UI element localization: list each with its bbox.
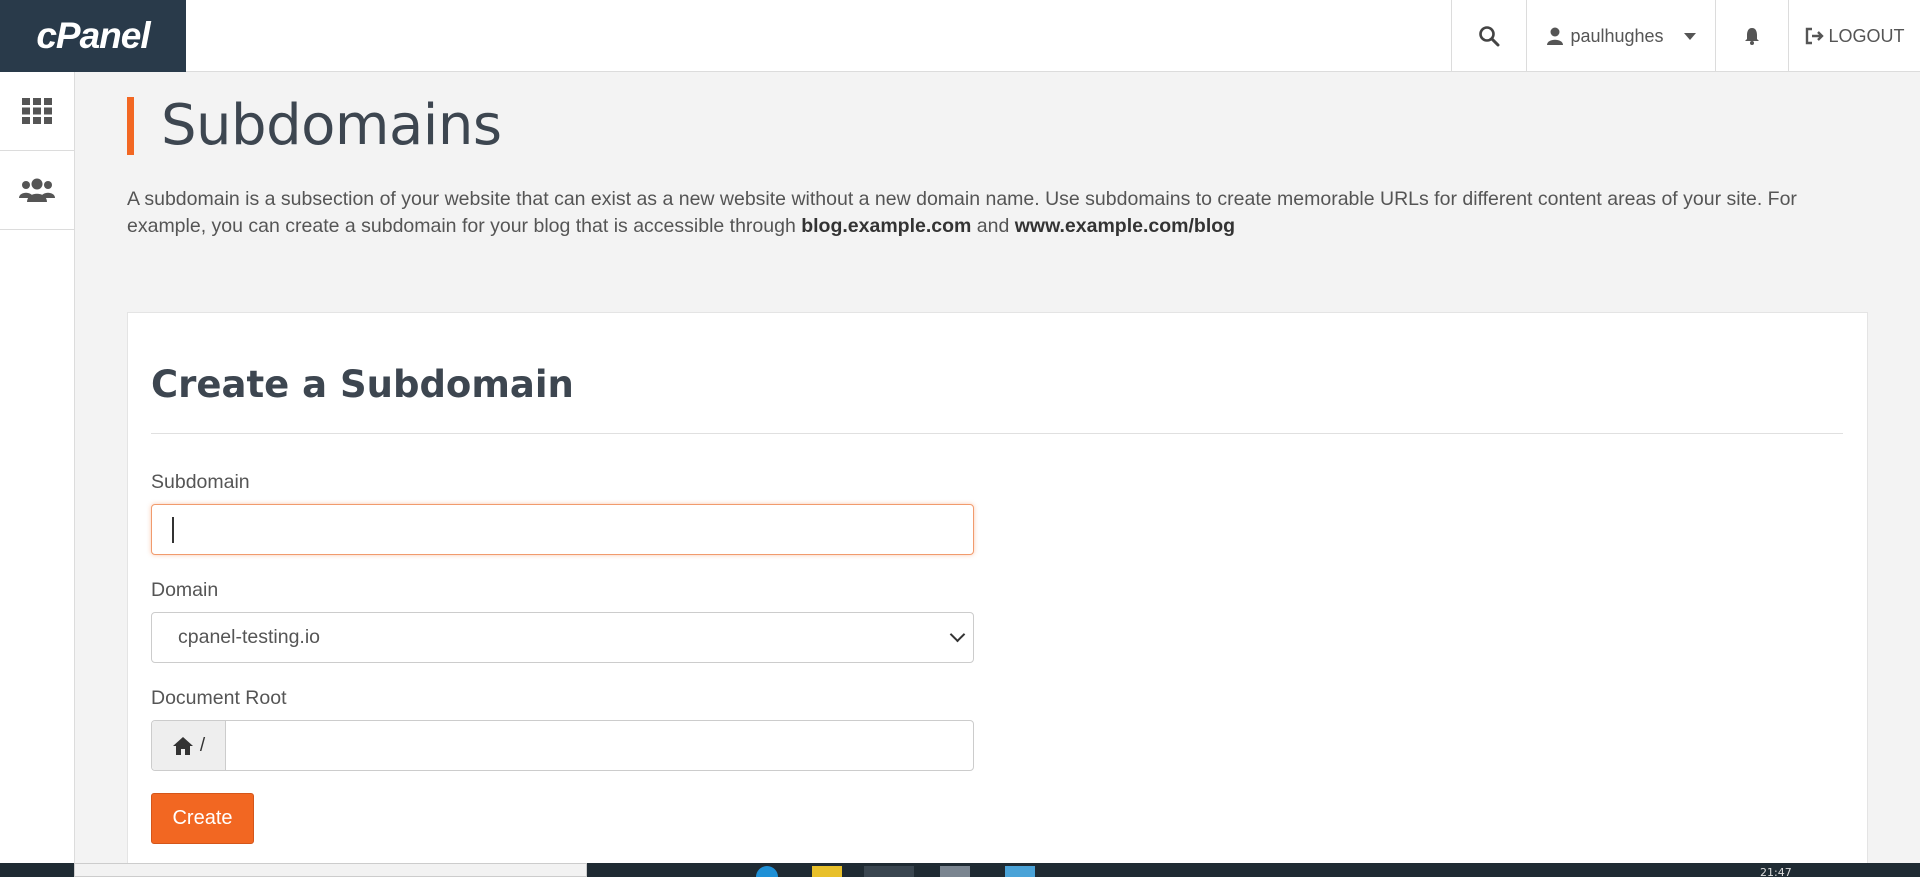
sidebar [0,72,75,877]
logout-icon [1806,27,1825,45]
logo-text: cPanel [36,15,150,56]
logout-button[interactable]: LOGOUT [1788,0,1920,72]
document-root-slash: / [199,734,206,756]
bell-icon [1745,28,1759,45]
create-subdomain-card: Create a Subdomain Subdomain Domain cpan… [127,312,1868,877]
sidebar-item-home[interactable] [0,72,74,151]
logout-label: LOGOUT [1828,25,1905,46]
notifications-button[interactable] [1715,0,1788,72]
username-label: paulhughes [1570,25,1664,46]
top-right-nav: paulhughes LOGOUT [1451,0,1920,72]
cpanel-logo[interactable]: cPanel [0,0,186,72]
taskbar-clock: 21:47 [1760,866,1792,877]
example-path-text: www.example.com/blog [1014,215,1236,237]
home-icon [172,736,193,755]
divider [151,433,1843,434]
title-accent-bar [127,97,134,155]
taskbar-app-icon-2[interactable] [940,866,970,877]
user-icon [1547,27,1564,45]
chevron-down-icon [1683,32,1696,40]
user-menu[interactable]: paulhughes [1526,0,1715,72]
search-button[interactable] [1451,0,1526,72]
document-root-prefix: / [152,721,226,770]
section-title: Create a Subdomain [151,363,574,406]
top-bar: cPanel paulhughes LOGOUT [0,0,1920,72]
document-root-input[interactable]: / [151,720,974,771]
chevron-down-icon [949,626,966,643]
taskbar-browser-icon[interactable] [864,866,914,877]
document-root-label: Document Root [151,687,287,709]
domain-label: Domain [151,579,219,601]
subdomain-input[interactable] [151,504,974,555]
create-button[interactable]: Create [151,793,254,844]
example-subdomain-text: blog.example.com [801,215,972,237]
domain-select[interactable]: cpanel-testing.io [151,612,974,663]
page-description: A subdomain is a subsection of your webs… [127,186,1867,240]
subdomain-label: Subdomain [151,471,250,493]
grid-icon [22,98,52,124]
page-title: Subdomains [161,93,502,158]
sidebar-item-users[interactable] [0,151,74,230]
text-cursor [172,517,174,543]
taskbar-folder-icon[interactable] [812,866,842,877]
taskbar-app-icon-3[interactable] [1005,866,1035,877]
taskbar-search-box[interactable] [74,863,587,877]
description-and: and [971,215,1015,237]
users-icon [19,178,55,202]
domain-selected-value: cpanel-testing.io [178,626,321,648]
search-icon [1479,26,1500,47]
